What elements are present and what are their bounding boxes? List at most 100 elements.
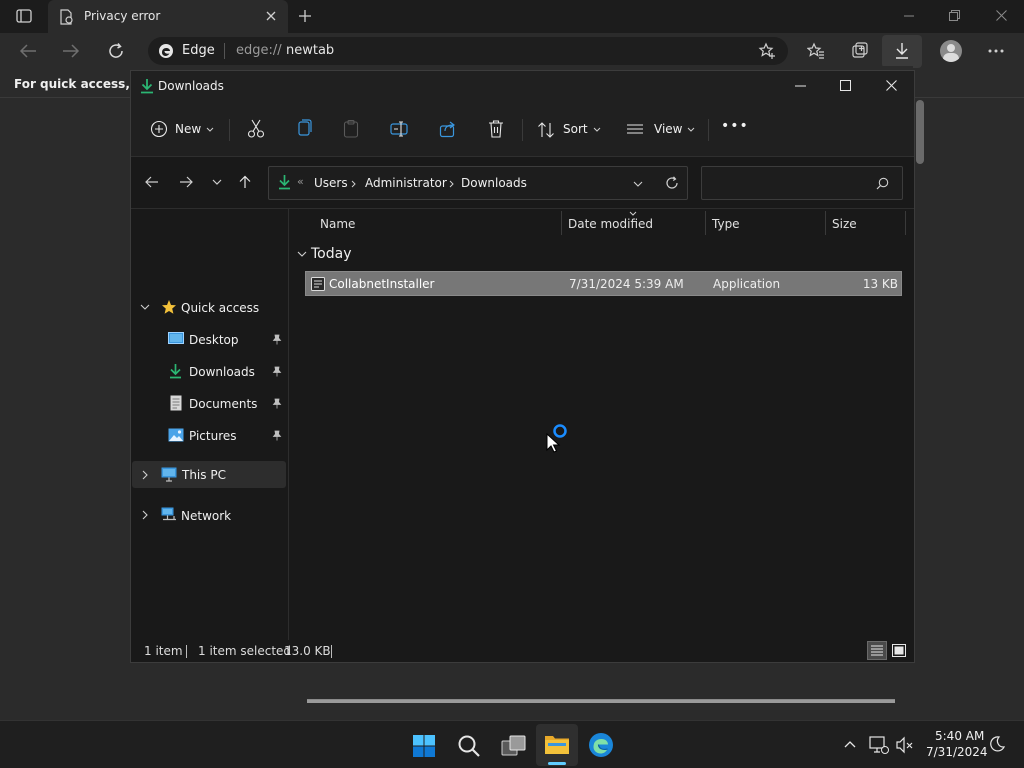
see-more-button[interactable]: •••: [721, 118, 749, 134]
downloads-icon: [170, 364, 181, 379]
download-icon: [896, 43, 908, 59]
group-label: Today: [311, 246, 352, 262]
status-item-count: 1 item: [144, 644, 183, 658]
breadcrumb-overflow[interactable]: «: [297, 175, 304, 188]
volume-muted-icon[interactable]: [896, 736, 914, 754]
network-status-icon[interactable]: [869, 736, 889, 754]
favorites-icon[interactable]: [807, 42, 825, 60]
avatar-head: [947, 44, 955, 52]
column-divider[interactable]: [905, 211, 906, 235]
cut-icon[interactable]: [247, 119, 265, 139]
column-header-size[interactable]: Size: [832, 217, 857, 231]
browser-tabstrip: Privacy error: [0, 0, 1024, 33]
clock-date[interactable]: 7/31/2024: [926, 745, 988, 759]
nav-quick-access[interactable]: Quick access: [131, 293, 286, 321]
chevron-down-icon[interactable]: [140, 304, 150, 310]
running-indicator: [548, 762, 566, 765]
column-header-date[interactable]: Date modified: [568, 217, 653, 231]
group-header-today[interactable]: Today: [295, 245, 495, 265]
file-type: Application: [713, 277, 781, 291]
column-header-type[interactable]: Type: [712, 217, 740, 231]
share-icon[interactable]: [439, 120, 457, 138]
column-header-name[interactable]: Name: [320, 217, 355, 231]
chevron-right-icon[interactable]: [142, 470, 148, 480]
cmd-separator: [229, 119, 230, 141]
file-size: 13 KB: [862, 277, 898, 291]
task-view-icon[interactable]: [501, 735, 527, 757]
horizontal-scrollbar-thumb[interactable]: [307, 700, 895, 703]
edge-label: Edge: [182, 43, 215, 58]
nav-item-desktop[interactable]: Desktop: [131, 325, 286, 353]
nav-label: Documents: [189, 397, 258, 411]
details-view-button[interactable]: [867, 641, 887, 660]
downloads-button[interactable]: [882, 35, 922, 68]
edge-browser-icon[interactable]: [588, 732, 614, 758]
address-bar[interactable]: Edge edge:// newtab: [148, 37, 788, 65]
explorer-maximize-icon[interactable]: [840, 80, 851, 91]
restore-icon[interactable]: [949, 10, 960, 21]
close-tab-icon[interactable]: [266, 11, 276, 21]
search-icon[interactable]: [457, 734, 481, 758]
column-divider[interactable]: [561, 211, 562, 235]
column-divider[interactable]: [825, 211, 826, 235]
breadcrumb-users[interactable]: Users: [314, 176, 348, 190]
up-icon[interactable]: [239, 175, 251, 189]
minimize-icon[interactable]: [904, 15, 914, 17]
nav-item-network[interactable]: Network: [131, 501, 286, 529]
nav-label: Downloads: [189, 365, 255, 379]
refresh-icon[interactable]: [665, 176, 679, 190]
recent-locations-icon[interactable]: [212, 179, 222, 185]
file-explorer-taskbar-button[interactable]: [536, 724, 578, 766]
downloads-location-icon: [279, 175, 290, 190]
nav-label: Desktop: [189, 333, 239, 347]
table-row[interactable]: CollabnetInstaller 7/31/2024 5:39 AM App…: [305, 271, 902, 296]
nav-item-downloads[interactable]: Downloads: [131, 357, 286, 385]
nav-item-this-pc[interactable]: This PC: [132, 461, 286, 488]
copy-icon[interactable]: [296, 119, 312, 139]
view-button[interactable]: View: [623, 117, 701, 143]
delete-icon[interactable]: [487, 119, 505, 139]
close-window-icon[interactable]: [996, 10, 1007, 21]
add-favorite-icon[interactable]: [758, 42, 776, 60]
new-button[interactable]: New: [143, 117, 217, 143]
forward-icon[interactable]: [179, 176, 193, 188]
explorer-address-bar[interactable]: « Users Administrator Downloads: [268, 166, 688, 200]
sort-button[interactable]: Sort: [533, 117, 605, 143]
address-history-icon[interactable]: [633, 181, 643, 187]
tab-actions-icon[interactable]: [16, 9, 32, 23]
back-icon[interactable]: [145, 176, 159, 188]
breadcrumb-administrator[interactable]: Administrator: [365, 176, 447, 190]
details-view-icon: [871, 645, 883, 656]
chevron-up-icon[interactable]: [844, 740, 856, 748]
explorer-titlebar[interactable]: Downloads: [131, 71, 914, 103]
cmd-separator: [708, 119, 709, 141]
chevron-right-icon[interactable]: [142, 510, 148, 520]
profile-avatar[interactable]: [940, 40, 962, 62]
edge-logo-icon: [159, 44, 173, 58]
rename-icon[interactable]: [390, 120, 408, 138]
explorer-command-bar: New Sort View •••: [131, 103, 914, 157]
back-icon[interactable]: [19, 43, 37, 59]
clock-time[interactable]: 5:40 AM: [935, 729, 984, 743]
explorer-search-box[interactable]: [701, 166, 903, 200]
refresh-icon[interactable]: [107, 42, 125, 60]
breadcrumb-downloads[interactable]: Downloads: [461, 176, 527, 190]
new-tab-icon[interactable]: [298, 9, 312, 23]
explorer-close-icon[interactable]: [886, 80, 897, 91]
column-header-row: Name Date modified Type Size: [289, 209, 914, 239]
nav-item-documents[interactable]: Documents: [131, 389, 286, 417]
tiles-view-icon[interactable]: [892, 644, 906, 657]
forward-icon[interactable]: [62, 43, 80, 59]
browser-scrollbar[interactable]: [914, 98, 924, 658]
browser-tab[interactable]: Privacy error: [48, 0, 288, 33]
column-divider[interactable]: [705, 211, 706, 235]
windows-start-icon[interactable]: [412, 734, 436, 758]
nav-item-pictures[interactable]: Pictures: [131, 421, 286, 449]
browser-scrollbar-thumb[interactable]: [916, 100, 924, 164]
folder-icon: [545, 736, 569, 754]
sort-indicator-icon: [629, 211, 637, 216]
collections-icon[interactable]: [851, 42, 869, 60]
focus-assist-moon-icon[interactable]: [989, 736, 1005, 752]
explorer-minimize-icon[interactable]: [795, 85, 806, 87]
settings-more-icon[interactable]: [988, 49, 1004, 53]
